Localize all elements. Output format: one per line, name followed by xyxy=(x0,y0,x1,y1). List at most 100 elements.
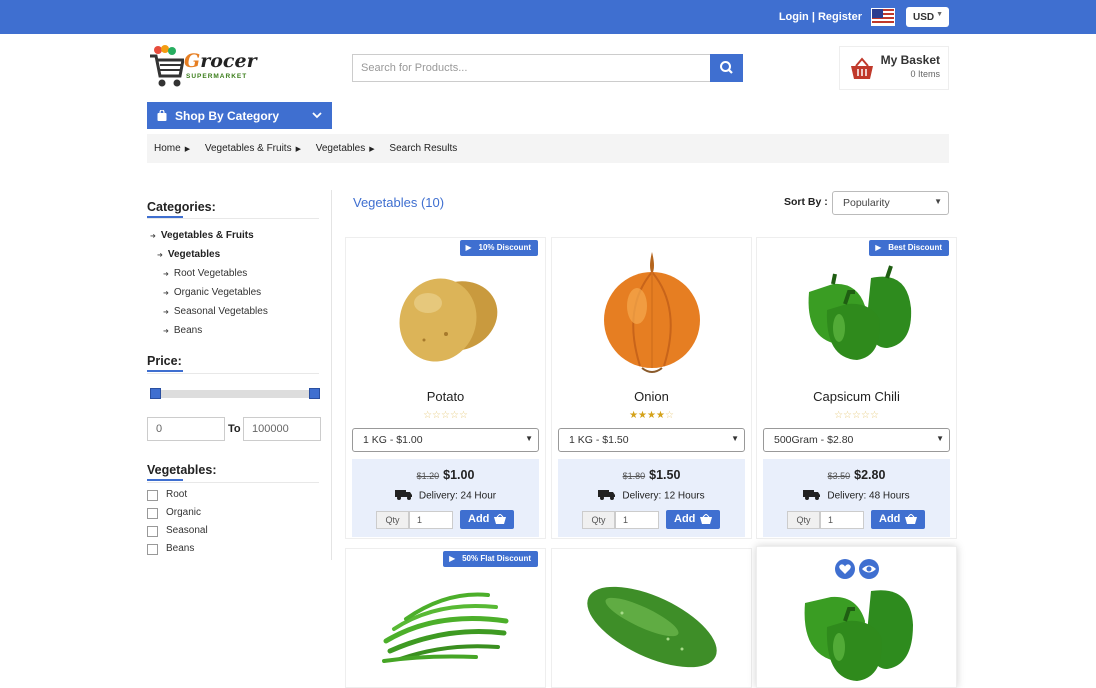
price-slider-min-handle[interactable] xyxy=(150,388,161,399)
star-empty-icon: ☆ xyxy=(664,410,674,421)
breadcrumb-vegetables-fruits[interactable]: Vegetables & Fruits xyxy=(205,143,292,154)
arrow-right-icon: ➜ xyxy=(163,309,169,316)
qty-label: Qty xyxy=(376,511,409,529)
price-min-input[interactable]: 0 xyxy=(147,417,225,441)
product-image-capsicum[interactable] xyxy=(787,581,927,681)
product-card-cucumber[interactable] xyxy=(551,548,752,688)
star-rating: ☆☆☆☆☆ xyxy=(346,410,545,421)
product-card-potato[interactable]: ▶ 10% Discount Potato ☆☆☆☆☆ 1 KG - $1.00 ▼… xyxy=(345,237,546,539)
qty-input[interactable]: 1 xyxy=(409,511,453,529)
breadcrumb-home[interactable]: Home xyxy=(154,143,181,154)
price-max-input[interactable]: 100000 xyxy=(243,417,321,441)
cart-logo-icon xyxy=(150,45,185,87)
product-image-potato[interactable] xyxy=(376,248,516,378)
divider xyxy=(147,373,319,374)
variant-value: 1 KG - $1.00 xyxy=(363,434,423,446)
basket-icon xyxy=(905,513,917,527)
sort-value: Popularity xyxy=(843,197,890,209)
star-empty-icon: ☆ xyxy=(441,410,450,421)
category-vegetables-fruits[interactable]: ➜ Vegetables & Fruits xyxy=(150,230,254,241)
variant-select[interactable]: 1 KG - $1.00 ▼ xyxy=(352,428,539,452)
product-card-onion[interactable]: Onion ★★★★☆ 1 KG - $1.50 ▼ $1.80 $1.50 Del… xyxy=(551,237,752,539)
caret-right-icon: ▶ xyxy=(369,146,375,153)
star-empty-icon: ☆ xyxy=(834,410,844,421)
star-filled-icon: ★ xyxy=(638,410,648,421)
filter-root-checkbox[interactable] xyxy=(147,490,158,501)
sort-select[interactable]: Popularity ▼ xyxy=(832,191,949,215)
product-image-cucumber[interactable] xyxy=(582,569,722,679)
truck-icon xyxy=(598,489,616,503)
price-title: Price: xyxy=(147,354,183,372)
arrow-right-icon: ➜ xyxy=(150,233,156,240)
search-input[interactable]: Search for Products... xyxy=(352,54,711,82)
filter-root-label: Root xyxy=(166,489,188,500)
product-image-green-chili[interactable] xyxy=(376,571,516,671)
star-empty-icon: ☆ xyxy=(852,410,861,421)
product-name[interactable]: Capsicum Chili xyxy=(757,389,956,404)
wishlist-button[interactable] xyxy=(835,559,855,579)
search-button[interactable] xyxy=(710,54,743,82)
old-price: $1.20 xyxy=(416,471,440,481)
category-root-vegetables[interactable]: ➜ Root Vegetables xyxy=(163,268,247,279)
category-seasonal-vegetables[interactable]: ➜ Seasonal Vegetables xyxy=(163,306,268,317)
product-name[interactable]: Potato xyxy=(346,389,545,404)
add-to-basket-button[interactable]: Add xyxy=(666,510,720,529)
arrow-right-icon: ➜ xyxy=(163,290,169,297)
price-range-slider[interactable] xyxy=(150,388,320,399)
delivery-info: Delivery: 48 Hours xyxy=(763,489,950,503)
divider xyxy=(147,218,319,219)
product-image-onion[interactable] xyxy=(582,248,722,378)
price-to-label: To xyxy=(228,423,241,435)
filter-seasonal-checkbox[interactable] xyxy=(147,526,158,537)
category-vegetables[interactable]: ➜ Vegetables xyxy=(157,249,220,260)
product-card-green-chili[interactable]: ▶ 50% Flat Discount xyxy=(345,548,546,688)
chevron-down-icon: ▼ xyxy=(934,197,942,206)
filter-beans-checkbox[interactable] xyxy=(147,544,158,555)
product-image-capsicum[interactable] xyxy=(787,248,927,378)
register-link[interactable]: Register xyxy=(818,11,862,23)
star-empty-icon: ☆ xyxy=(423,410,433,421)
category-beans[interactable]: ➜ Beans xyxy=(163,325,202,336)
chevron-down-icon: ▼ xyxy=(525,434,533,443)
filter-organic-checkbox[interactable] xyxy=(147,508,158,519)
star-rating: ☆☆☆☆☆ xyxy=(757,410,956,421)
qty-input[interactable]: 1 xyxy=(615,511,659,529)
price-line: $1.20 $1.00 xyxy=(352,468,539,482)
breadcrumb: Home ▶ Vegetables & Fruits ▶ Vegetables ▶ S… xyxy=(147,134,949,163)
product-name[interactable]: Onion xyxy=(552,389,751,404)
logo[interactable]: Grocer SUPERMARKET xyxy=(148,44,257,92)
arrow-right-icon: ➜ xyxy=(163,328,169,335)
qty-input[interactable]: 1 xyxy=(820,511,864,529)
heart-icon xyxy=(839,564,851,574)
basket-icon xyxy=(700,513,712,527)
breadcrumb-vegetables[interactable]: Vegetables xyxy=(316,143,366,154)
brand-tagline: SUPERMARKET xyxy=(186,73,248,80)
price-slider-max-handle[interactable] xyxy=(309,388,320,399)
product-card-capsicum-hover[interactable] xyxy=(756,546,957,688)
add-to-basket-button[interactable]: Add xyxy=(871,510,925,529)
category-organic-vegetables[interactable]: ➜ Organic Vegetables xyxy=(163,287,261,298)
eye-icon xyxy=(862,565,876,573)
variant-select[interactable]: 1 KG - $1.50 ▼ xyxy=(558,428,745,452)
basket-title: My Basket xyxy=(880,53,940,67)
shop-by-category-button[interactable]: Shop By Category xyxy=(147,102,332,129)
auth-divider: | xyxy=(811,11,815,23)
login-link[interactable]: Login xyxy=(779,11,809,23)
current-price: $2.80 xyxy=(854,468,886,482)
price-box: $3.50 $2.80 Delivery: 48 Hours Qty 1 Add xyxy=(763,459,950,537)
variant-select[interactable]: 500Gram - $2.80 ▼ xyxy=(763,428,950,452)
auth-links: Login | Register xyxy=(779,11,862,23)
quick-view-button[interactable] xyxy=(859,559,879,579)
basket-widget[interactable]: My Basket 0 Items xyxy=(839,46,949,90)
price-line: $1.80 $1.50 xyxy=(558,468,745,482)
us-flag-icon[interactable] xyxy=(871,8,895,26)
star-empty-icon: ☆ xyxy=(860,410,870,421)
sort-label: Sort By : xyxy=(784,196,828,208)
current-price: $1.00 xyxy=(443,468,475,482)
add-to-basket-button[interactable]: Add xyxy=(460,510,514,529)
variant-value: 500Gram - $2.80 xyxy=(774,434,854,446)
variant-value: 1 KG - $1.50 xyxy=(569,434,629,446)
old-price: $1.80 xyxy=(622,471,646,481)
product-card-capsicum-chili[interactable]: ▶ Best Discount Capsicum Chili ☆☆☆☆☆ 500G… xyxy=(756,237,957,539)
currency-select[interactable]: USD ▼ xyxy=(906,7,949,27)
